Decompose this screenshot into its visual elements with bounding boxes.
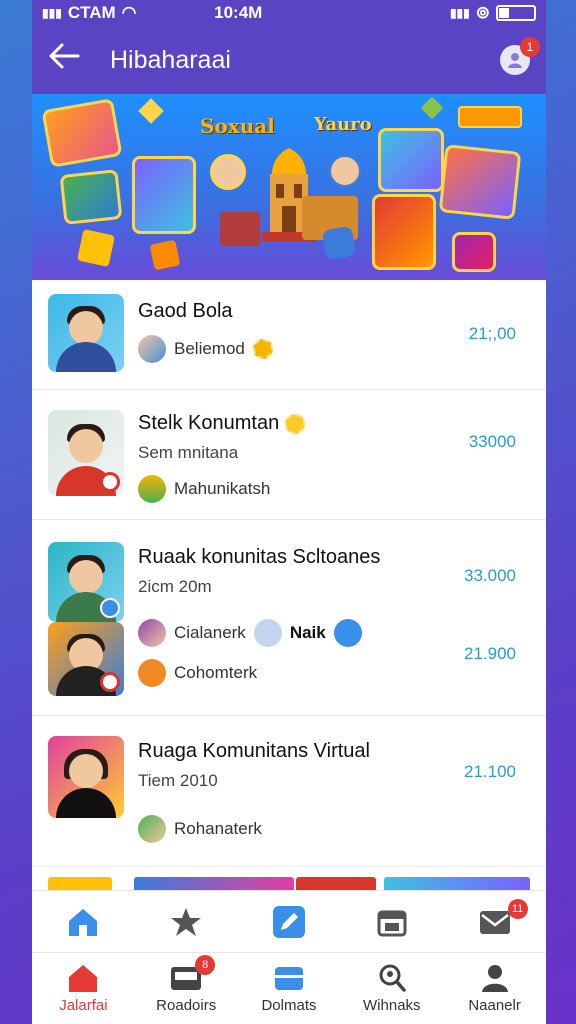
signal-bars-icon: ▮▮▮ [449,6,470,20]
carrier-label: CTAM [67,3,116,22]
nav-label: Jalarfai [59,997,108,1014]
chat-bubble-icon [321,225,357,261]
nav-tab-inbox[interactable]: 8 Roadoirs [143,955,229,1014]
banner-card [372,194,436,270]
bottom-nav: Jalarfai 8 Roadoirs Dolmats Wihnaks Naan… [32,952,546,1024]
podium-illustration [220,212,260,246]
nav-label: Dolmats [261,997,317,1014]
member-avatar [138,815,166,843]
item-thumbnail [48,736,124,818]
item-thumbnail [48,294,124,372]
calendar-button[interactable] [349,906,435,938]
status-time: 10:4M [214,3,263,22]
item-meta-secondary: Cohomterk [174,663,258,682]
item-meta: Rohanaterk [174,819,262,838]
banner-card [378,128,444,192]
member-avatar [138,335,166,363]
nav-tab-search[interactable]: Wihnaks [349,963,435,1014]
banner-text-left: Soxual [200,114,275,138]
item-title: Ruaga Komunitans Virtual [138,740,370,762]
inbox-badge: 8 [195,955,216,975]
banner-text-right: Yauro [314,114,372,135]
nav-label: Wihnaks [363,997,421,1014]
item-value: 21;,00 [468,324,516,343]
sun-badge-icon [284,413,305,434]
notification-badge: 1 [520,37,540,57]
notification-button[interactable]: 1 [500,37,540,75]
calendar-icon [377,910,407,936]
item-meta-extra: Naik [289,623,326,642]
member-avatar [138,659,166,687]
item-meta: Beliemod [174,339,245,358]
nav-label: Naanelr [468,997,521,1014]
phone-screen: ▮▮▮ CTAM ◠ 10:4M ▮▮▮ ⊚ Hibaharaai 1 Soxu… [32,0,546,1024]
member-avatar [138,475,166,503]
edit-icon[interactable] [333,619,362,647]
promo-banner[interactable]: Soxual Yauro [32,94,546,280]
character-illustration [210,154,246,190]
verified-icon [100,598,120,618]
item-thumbnail [48,542,124,622]
alarm-icon: ⊚ [475,3,490,22]
banner-card [132,156,196,234]
app-bar: Hibaharaai 1 [32,26,546,94]
list-item[interactable]: Ruaak konunitas Scltoanes 2icm 20m Ciala… [32,520,546,716]
list-item[interactable]: Gaod Bola Beliemod 21;,00 [32,280,546,390]
item-meta: Cialanerk [174,623,246,642]
wifi-icon: ◠ [121,3,137,22]
profile-icon [481,965,508,992]
quick-action-bar: 11 [32,890,546,952]
sparkle-icon [138,98,164,124]
item-value: 21.100 [464,762,516,781]
nav-tab-profile[interactable]: Naanelr [452,963,538,1014]
character-illustration [328,154,362,188]
user-icon [253,619,282,647]
item-value: 33.000 [464,566,516,585]
search-user-icon [379,964,406,992]
create-button[interactable] [246,904,332,940]
nav-tab-home[interactable]: Jalarfai [40,963,126,1014]
home-button[interactable] [40,906,126,938]
community-list: Gaod Bola Beliemod 21;,00 Stelk Konumtan [32,280,546,891]
gift-cube-icon [149,239,181,271]
status-bar: ▮▮▮ CTAM ◠ 10:4M ▮▮▮ ⊚ [32,0,546,26]
nav-tab-wallet[interactable]: Dolmats [246,963,332,1014]
banner-card [41,98,123,168]
badge-icon [100,672,120,692]
member-avatar [138,619,166,647]
edit-square-icon [272,905,305,938]
item-meta: Mahunikatsh [174,479,271,498]
badge-icon [100,472,120,492]
page-title: Hibaharaai [110,45,231,74]
back-arrow-icon[interactable] [48,42,88,78]
sparkle-icon [420,96,444,120]
home-icon [69,908,98,936]
list-item[interactable]: Stelk Konumtan Sem mnitana Mahunikatsh 3… [32,390,546,520]
item-value-secondary: 21.900 [464,644,516,663]
mail-icon [479,910,510,934]
wallet-icon [274,967,303,990]
label-tag-icon [458,106,522,128]
banner-card [452,232,496,272]
list-item[interactable]: Ruaga Komunitans Virtual Tiem 2010 Rohan… [32,716,546,866]
next-item-preview [32,866,546,891]
item-thumbnail [48,622,124,696]
messages-button[interactable]: 11 [452,898,538,937]
messages-badge: 11 [507,898,528,919]
battery-icon [496,5,536,21]
banner-card [59,169,123,225]
item-title: Gaod Bola [138,300,233,322]
item-value: 33000 [468,432,516,451]
signal-icon: ▮▮▮ [42,6,62,20]
star-icon [171,907,202,936]
banner-card [438,144,522,220]
home-red-icon [69,965,98,992]
sun-badge-icon [252,339,273,359]
item-thumbnail [48,410,124,496]
gift-cube-icon [77,229,115,267]
favorites-button[interactable] [143,906,229,938]
nav-label: Roadoirs [156,997,217,1014]
